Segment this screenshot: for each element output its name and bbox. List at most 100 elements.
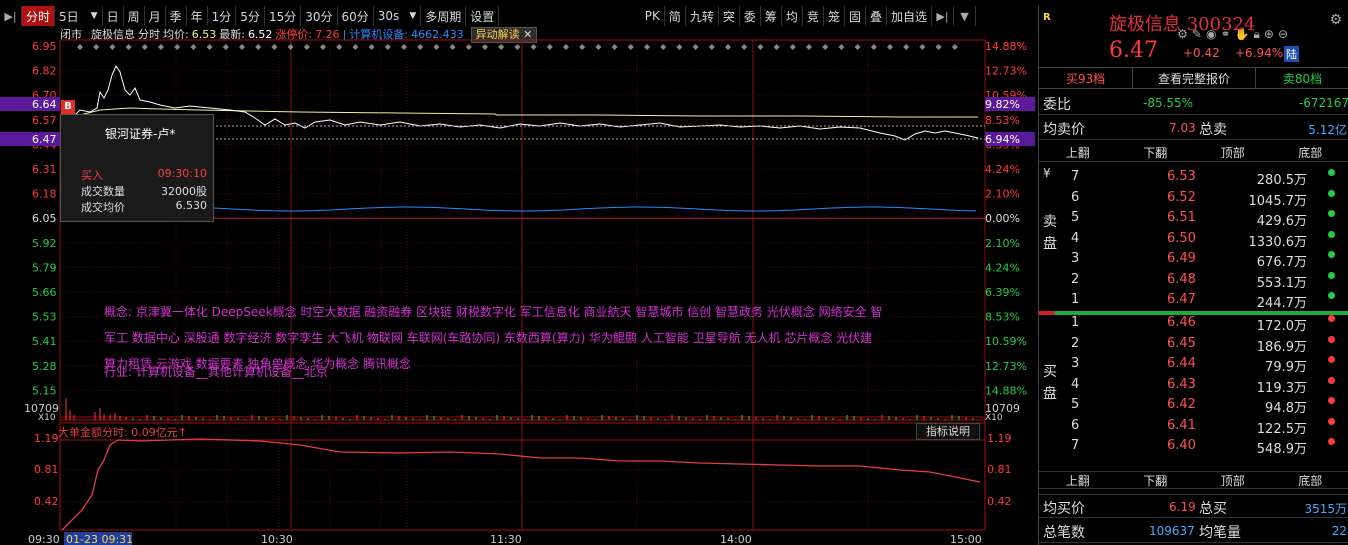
level: 4: [1071, 376, 1080, 392]
buy-row[interactable]: 7 6.40 548.9万: [1039, 436, 1348, 457]
event-marker: [93, 44, 100, 50]
bottom-button[interactable]: 底部: [1272, 472, 1348, 488]
volume-scale: X10: [38, 413, 56, 423]
event-marker: [595, 44, 602, 50]
price-tick: 6.05: [32, 212, 57, 225]
event-marker: [465, 44, 472, 50]
sell-row[interactable]: 1 6.47 244.7万: [1039, 290, 1348, 311]
page-down-button[interactable]: 下翻: [1117, 144, 1195, 161]
quote-panel: R 旋极信息 300324 ⚙ 6.47 +0.42 +6.94% 陆 买93档…: [1038, 6, 1348, 545]
order-price: 6.45: [1167, 335, 1196, 351]
total-sell-value: 5.12亿: [1308, 123, 1347, 137]
event-marker: [141, 44, 148, 50]
buy-row[interactable]: 4 6.43 119.3万: [1039, 375, 1348, 396]
full-quote-button[interactable]: 查看完整报价: [1132, 68, 1256, 88]
order-price: 6.41: [1167, 417, 1196, 433]
order-price: 6.51: [1167, 210, 1196, 225]
order-price: 6.47: [1167, 292, 1196, 307]
pct-tick: 12.73%: [985, 65, 1027, 78]
buy-row[interactable]: 2 6.45 186.9万: [1039, 334, 1348, 355]
pct-tick: 0.00%: [985, 212, 1020, 225]
event-marker: [627, 44, 634, 50]
event-marker: [239, 44, 245, 50]
buy-row[interactable]: 6 6.41 122.5万: [1039, 416, 1348, 437]
market-badge: 陆: [1284, 46, 1299, 62]
big-order-title: 大单金额分时: 0.09亿元↑: [58, 426, 187, 439]
r-logo: R: [1043, 12, 1051, 23]
event-marker: [320, 44, 326, 50]
buy-row[interactable]: 1 6.46 172.0万: [1039, 313, 1348, 334]
event-marker: [514, 44, 521, 50]
order-volume: 79.9万: [1265, 360, 1307, 375]
level: 7: [1071, 169, 1080, 184]
intraday-chart[interactable]: 6.956.826.706.576.446.316.186.055.925.79…: [0, 0, 1036, 545]
top-button[interactable]: 顶部: [1194, 144, 1272, 161]
sell-row[interactable]: 4 6.50 1330.6万: [1039, 229, 1348, 250]
pct-tick: 14.88%: [985, 384, 1027, 397]
event-marker: [384, 44, 391, 50]
event-marker: [789, 44, 796, 50]
sell-row[interactable]: 3 6.49 676.7万: [1039, 249, 1348, 270]
event-marker: [77, 44, 83, 50]
bottom-button[interactable]: 底部: [1272, 144, 1348, 161]
sell-row[interactable]: 2 6.48 553.1万: [1039, 270, 1348, 291]
avg-sell-label: 均卖价: [1043, 122, 1085, 138]
event-marker: [482, 44, 488, 50]
event-marker: [287, 44, 294, 50]
sell-80-button[interactable]: 卖80档: [1256, 68, 1348, 88]
status-dot: [1328, 189, 1335, 197]
order-price: 6.46: [1167, 315, 1196, 330]
page-up-button[interactable]: 上翻: [1039, 472, 1117, 488]
event-marker: [935, 44, 942, 50]
time-tick: 14:00: [720, 533, 752, 545]
status-dot: [1328, 356, 1335, 363]
event-marker: [854, 44, 861, 50]
pct-tick: 6.39%: [985, 286, 1020, 299]
trade-tooltip: B 银河证券-卢* 买入 09:30:10 成交数量 32000股 成交均价 6.53…: [60, 100, 214, 222]
event-marker: [579, 44, 586, 50]
buy-row[interactable]: 5 6.42 94.8万: [1039, 395, 1348, 416]
total-trades-label: 总笔数: [1043, 525, 1085, 541]
sell-row[interactable]: 6 6.52 1045.7万: [1039, 188, 1348, 209]
tooltip-row: 成交数量 32000股: [81, 183, 207, 199]
page-down-button[interactable]: 下翻: [1117, 472, 1195, 488]
order-price: 6.53: [1167, 169, 1196, 184]
level: 1: [1071, 315, 1080, 330]
top-button[interactable]: 顶部: [1194, 472, 1272, 488]
order-volume: 94.8万: [1265, 401, 1307, 416]
pct-tick: 4.24%: [985, 261, 1020, 274]
event-marker: [498, 44, 505, 50]
stock-terminal-window: { "toolbar": { "left_items": ["分时","5日",…: [0, 0, 1348, 545]
event-marker: [530, 44, 537, 50]
status-dot: [1328, 210, 1335, 217]
big-order-tick-right: 0.42: [987, 495, 1012, 508]
price-tick: 6.95: [32, 40, 57, 53]
pct-tick: 2.10%: [985, 237, 1020, 250]
event-marker: [158, 44, 164, 50]
order-volume: 1330.6万: [1248, 234, 1308, 250]
order-volume: 676.7万: [1256, 255, 1307, 270]
time-tick: 15:00: [950, 533, 982, 545]
sell-row[interactable]: 5 6.51 429.6万: [1039, 208, 1348, 229]
page-up-button[interactable]: 上翻: [1039, 144, 1117, 161]
buy-93-button[interactable]: 买93档: [1039, 68, 1132, 88]
event-marker: [449, 44, 456, 50]
status-dot: [1328, 335, 1335, 343]
status-dot: [1328, 397, 1335, 404]
stock-code: 300324: [1186, 14, 1256, 35]
avg-buy-row: 均买价 6.19 总买 3515万: [1039, 494, 1348, 518]
buy-nav-header: 上翻 下翻 顶部 底部: [1039, 471, 1348, 489]
level: 2: [1071, 335, 1080, 351]
concept-line: 军工 数据中心 深股通 数字经济 数字孪生 大飞机 物联网 车联网(车路协同) …: [104, 331, 873, 345]
price-tick: 5.79: [32, 261, 57, 274]
level: 2: [1071, 271, 1080, 287]
buy-row[interactable]: 3 6.44 79.9万: [1039, 354, 1348, 375]
order-price: 6.40: [1167, 438, 1196, 453]
sell-row[interactable]: 7 6.53 280.5万: [1039, 167, 1348, 188]
big-order-tick: 0.81: [34, 463, 59, 476]
event-marker: [417, 44, 424, 50]
price-tick: 6.31: [32, 163, 57, 176]
event-marker: [822, 44, 829, 50]
gear-icon[interactable]: ⚙: [1329, 12, 1342, 28]
indicator-help-button[interactable]: 指标说明: [916, 423, 980, 440]
